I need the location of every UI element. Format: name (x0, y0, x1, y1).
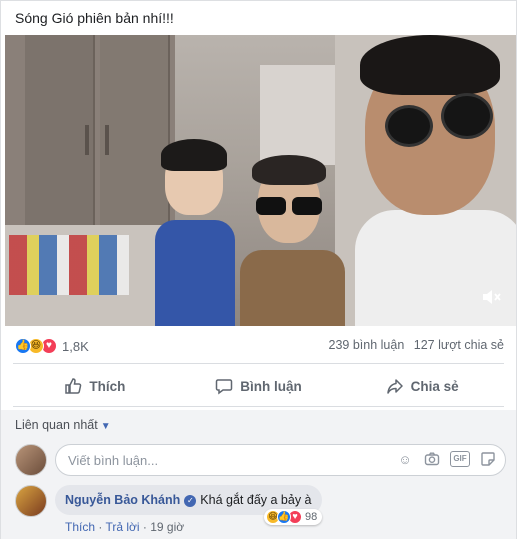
post-stats: 239 bình luận 127 lượt chia sẻ (323, 338, 504, 352)
video-closet (260, 65, 340, 165)
comment-button-label: Bình luận (240, 378, 302, 394)
comment-input-placeholder: Viết bình luận... (68, 453, 159, 468)
post-caption: Sóng Gió phiên bản nhí!!! (15, 10, 174, 26)
comment-button[interactable]: Bình luận (177, 369, 341, 403)
comment-text: Khá gắt đấy a bảy à (200, 493, 312, 507)
comments-count-link[interactable]: 239 bình luận (329, 338, 405, 352)
gif-icon[interactable]: GIF (450, 451, 470, 467)
comment-input[interactable]: Viết bình luận... ☺ GIF (55, 444, 506, 476)
share-button-label: Chia sẻ (410, 378, 459, 394)
comment-reply-link[interactable]: Trả lời (105, 520, 139, 534)
comment-sort-dropdown[interactable]: Liên quan nhất ▼ (15, 418, 111, 432)
comment-input-tools: ☺ GIF (387, 451, 497, 469)
video-door-handle (105, 125, 109, 155)
video-child-center (230, 155, 350, 326)
comment-like-link[interactable]: Thích (65, 520, 95, 534)
reactions-summary[interactable]: 👍 😆 ♥ 1,8K (15, 337, 89, 355)
comment-icon (216, 379, 233, 395)
comment-timestamp[interactable]: 19 giờ (150, 520, 184, 534)
video-adult-right (345, 35, 516, 326)
emoji-icon[interactable]: ☺ (396, 451, 414, 469)
video-door-handle (85, 125, 89, 155)
video-child-left (155, 139, 235, 326)
comment-actions: Thích · Trả lời · 19 giờ (65, 520, 185, 534)
sticker-icon[interactable] (479, 451, 497, 469)
like-reaction-icon: 👍 (15, 338, 31, 354)
divider (13, 406, 504, 407)
camera-icon[interactable] (423, 451, 441, 469)
share-button[interactable]: Chia sẻ (340, 369, 504, 403)
comment-reaction-count: 98 (305, 511, 318, 523)
reaction-count: 1,8K (62, 338, 89, 354)
speaker-muted-icon[interactable] (480, 288, 502, 308)
like-reaction-icon: 👍 (277, 510, 291, 524)
like-button[interactable]: Thích (13, 369, 177, 403)
comment-sort-label: Liên quan nhất (15, 418, 98, 432)
verified-badge-icon: ✓ (184, 494, 197, 507)
current-user-avatar[interactable] (15, 444, 47, 476)
divider (13, 363, 504, 364)
video-player[interactable] (5, 35, 516, 326)
share-icon (386, 379, 403, 394)
post-action-bar: Thích Bình luận Chia sẻ (13, 369, 504, 403)
shares-count-link[interactable]: 127 lượt chia sẻ (414, 338, 504, 352)
video-clothes (9, 235, 129, 295)
thumbs-up-icon (65, 378, 82, 394)
caret-down-icon: ▼ (100, 421, 111, 432)
comment-author-avatar[interactable] (15, 485, 47, 517)
comment-author-name[interactable]: Nguyễn Bảo Khánh (65, 493, 180, 507)
like-button-label: Thích (89, 378, 126, 394)
comment-reactions[interactable]: 😆 👍 ♥ 98 (264, 509, 323, 525)
comments-section: Liên quan nhất ▼ Viết bình luận... ☺ GIF … (1, 410, 516, 539)
